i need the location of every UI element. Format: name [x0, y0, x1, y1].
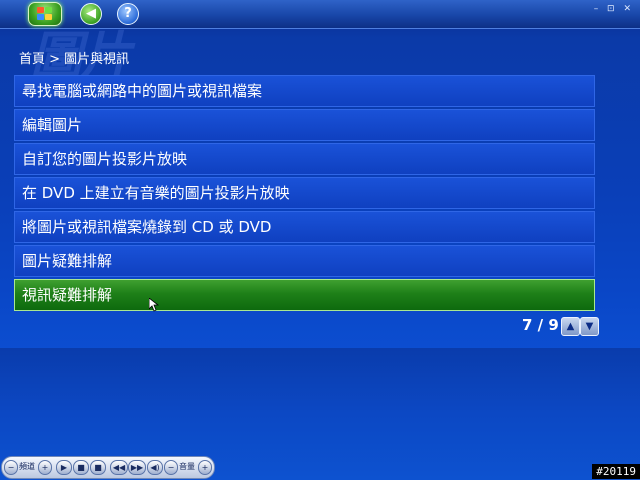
window-controls[interactable]: – ⊡ ✕ [594, 4, 634, 14]
rewind-button[interactable]: ◀◀ [110, 460, 128, 475]
pause-button[interactable]: ■ [90, 460, 106, 475]
play-button[interactable]: ▶ [56, 460, 72, 475]
volume-up-button[interactable]: + [198, 460, 212, 475]
mouse-cursor-icon [149, 298, 159, 312]
volume-down-button[interactable]: − [164, 460, 178, 475]
channel-down-button[interactable]: − [4, 460, 18, 475]
menu-item-label: 視訊疑難排解 [22, 286, 113, 304]
breadcrumb: 首頁 > 圖片與視訊 [19, 52, 130, 67]
menu-item-edit-pictures[interactable]: 編輯圖片 [14, 109, 595, 141]
menu-item-picture-troubleshooting[interactable]: 圖片疑難排解 [14, 245, 595, 277]
stop-button[interactable]: ■ [73, 460, 89, 475]
menu-item-burn-cd-dvd[interactable]: 將圖片或視訊檔案燒錄到 CD 或 DVD [14, 211, 595, 243]
page-indicator: 7 / 9 [522, 316, 559, 334]
mute-button[interactable]: ◀) [147, 460, 163, 475]
frame-id-label: #20119 [592, 464, 640, 479]
channel-label: 頻道 [19, 462, 35, 471]
task-menu: 尋找電腦或網路中的圖片或視訊檔案 編輯圖片 自訂您的圖片投影片放映 在 DVD … [14, 75, 595, 313]
channel-up-button[interactable]: + [38, 460, 52, 475]
menu-item-customize-slideshow[interactable]: 自訂您的圖片投影片放映 [14, 143, 595, 175]
fast-forward-button[interactable]: ▶▶ [128, 460, 146, 475]
menu-item-video-troubleshooting[interactable]: 視訊疑難排解 [14, 279, 595, 312]
transport-controls: − 頻道 + ▶ ■ ■ ◀◀ ▶▶ ◀) − 音量 + [1, 456, 215, 479]
page-up-button[interactable]: ▲ [561, 317, 580, 336]
page-down-button[interactable]: ▼ [580, 317, 599, 336]
menu-item-find-media[interactable]: 尋找電腦或網路中的圖片或視訊檔案 [14, 75, 595, 107]
menu-item-dvd-slideshow[interactable]: 在 DVD 上建立有音樂的圖片投影片放映 [14, 177, 595, 209]
volume-label: 音量 [179, 462, 195, 471]
